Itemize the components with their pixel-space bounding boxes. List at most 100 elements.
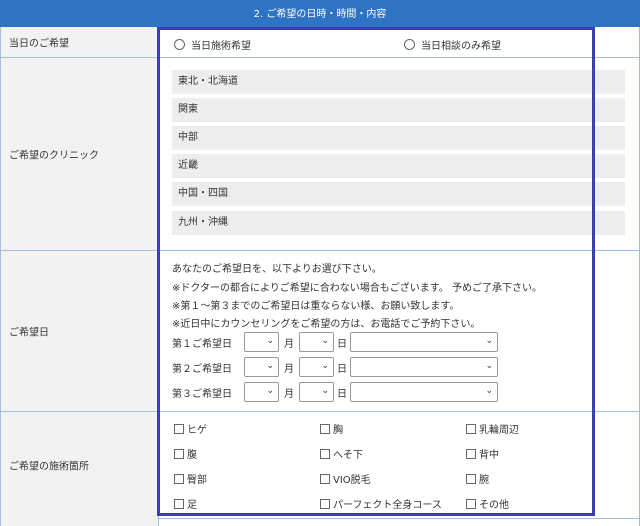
month-select[interactable]: ⌄: [244, 332, 279, 352]
date-note: ※ドクターの都合によりご希望に合わない場合もございます。 予めご了承下さい。: [172, 283, 542, 294]
checkbox-label: 腕: [479, 475, 489, 486]
checkbox-label: 腹: [187, 450, 197, 461]
checkbox-label: 足: [187, 500, 197, 511]
checkbox-perfect[interactable]: パーフェクト全身コース: [320, 496, 442, 511]
radio-same-day-consult[interactable]: 当日相談のみ希望: [404, 37, 501, 52]
same-day-options: 当日施術希望 当日相談のみ希望: [159, 27, 639, 57]
checkbox-senaka[interactable]: 背中: [466, 446, 499, 461]
chevron-down-icon: ⌄: [485, 336, 493, 346]
checkbox-icon[interactable]: [466, 498, 476, 509]
day-select[interactable]: ⌄: [299, 332, 334, 352]
same-day-label-cell: 当日のご希望: [1, 27, 159, 57]
date-choice-label: 第３ご希望日: [172, 388, 232, 400]
checkbox-label: ヒゲ: [187, 425, 207, 436]
day-select[interactable]: ⌄: [299, 357, 334, 377]
checkbox-icon[interactable]: [320, 448, 330, 459]
month-select[interactable]: ⌄: [244, 382, 279, 402]
area-label: ご希望の施術箇所: [9, 461, 89, 473]
clinic-label: ご希望のクリニック: [9, 150, 99, 162]
checkbox-label: 胸: [333, 425, 343, 436]
clinic-region-kanto[interactable]: 関東: [172, 98, 625, 122]
chevron-down-icon: ⌄: [266, 336, 274, 346]
clinic-label-cell: ご希望のクリニック: [1, 58, 159, 250]
date-note: ※第１～第３までのご希望日は重ならない様、お願い致します。: [172, 301, 460, 312]
checkbox-label: その他: [479, 500, 509, 511]
date-row: ご希望日 あなたのご希望日を、以下よりお選び下さい。 ※ドクターの都合によりご希…: [0, 251, 640, 412]
same-day-label: 当日のご希望: [9, 38, 69, 50]
chevron-down-icon: ⌄: [266, 361, 274, 371]
day-unit: 日: [337, 388, 347, 400]
checkbox-nyurin[interactable]: 乳輪周辺: [466, 421, 519, 436]
date-note: あなたのご希望日を、以下よりお選び下さい。: [172, 264, 382, 275]
checkbox-icon[interactable]: [466, 423, 476, 434]
checkbox-label: 臀部: [187, 475, 207, 486]
checkbox-hige[interactable]: ヒゲ: [174, 421, 207, 436]
radio-circle-icon[interactable]: [174, 39, 185, 50]
area-options: ヒゲ 胸 乳輪周辺 腹 へそ下 背中 臀部 VIO脱毛 腕 足 パーフェクト全身…: [159, 412, 639, 518]
date-choice-row: 第２ご希望日 ⌄ 月 ⌄ 日 ⌄: [172, 356, 498, 378]
area-label-cell: ご希望の施術箇所: [1, 412, 159, 518]
checkbox-ude[interactable]: 腕: [466, 471, 489, 486]
radio-label: 当日施術希望: [191, 41, 251, 52]
checkbox-icon[interactable]: [320, 423, 330, 434]
area-row: ご希望の施術箇所 ヒゲ 胸 乳輪周辺 腹 へそ下 背中 臀部 VIO脱毛 腕 足…: [0, 412, 640, 519]
chevron-down-icon: ⌄: [321, 361, 329, 371]
chevron-down-icon: ⌄: [485, 386, 493, 396]
checkbox-icon[interactable]: [320, 473, 330, 484]
checkbox-vio[interactable]: VIO脱毛: [320, 471, 371, 486]
checkbox-icon[interactable]: [174, 423, 184, 434]
date-content: あなたのご希望日を、以下よりお選び下さい。 ※ドクターの都合によりご希望に合わな…: [159, 251, 639, 411]
checkbox-icon[interactable]: [174, 498, 184, 509]
radio-same-day-treatment[interactable]: 当日施術希望: [174, 37, 251, 52]
date-label-cell: ご希望日: [1, 251, 159, 411]
checkbox-label: 乳輪周辺: [479, 425, 519, 436]
time-select[interactable]: ⌄: [350, 332, 498, 352]
clinic-regions: 東北・北海道 関東 中部 近畿 中国・四国 九州・沖縄: [159, 58, 639, 250]
checkbox-sonota[interactable]: その他: [466, 496, 509, 511]
radio-circle-icon[interactable]: [404, 39, 415, 50]
date-label: ご希望日: [9, 327, 49, 339]
clinic-region-tohoku[interactable]: 東北・北海道: [172, 70, 625, 94]
chevron-down-icon: ⌄: [321, 386, 329, 396]
checkbox-hara[interactable]: 腹: [174, 446, 197, 461]
date-note: ※近日中にカウンセリングをご希望の方は、お電話でご予約下さい。: [172, 319, 481, 330]
time-select[interactable]: ⌄: [350, 382, 498, 402]
checkbox-ashi[interactable]: 足: [174, 496, 197, 511]
month-unit: 月: [284, 338, 294, 350]
checkbox-icon[interactable]: [466, 448, 476, 459]
checkbox-mune[interactable]: 胸: [320, 421, 343, 436]
time-select[interactable]: ⌄: [350, 357, 498, 377]
date-choice-row: 第１ご希望日 ⌄ 月 ⌄ 日 ⌄: [172, 331, 498, 353]
day-select[interactable]: ⌄: [299, 382, 334, 402]
next-row-label-cell: [1, 518, 159, 526]
date-choice-label: 第１ご希望日: [172, 338, 232, 350]
checkbox-label: 背中: [479, 450, 499, 461]
same-day-row: 当日のご希望 当日施術希望 当日相談のみ希望: [0, 27, 640, 58]
checkbox-icon[interactable]: [174, 473, 184, 484]
month-select[interactable]: ⌄: [244, 357, 279, 377]
month-unit: 月: [284, 388, 294, 400]
clinic-region-chubu[interactable]: 中部: [172, 126, 625, 150]
next-row-stub: [0, 518, 640, 526]
checkbox-icon[interactable]: [466, 473, 476, 484]
day-unit: 日: [337, 338, 347, 350]
chevron-down-icon: ⌄: [266, 386, 274, 396]
date-choice-row: 第３ご希望日 ⌄ 月 ⌄ 日 ⌄: [172, 381, 498, 403]
checkbox-label: へそ下: [333, 450, 363, 461]
checkbox-hesoshita[interactable]: へそ下: [320, 446, 363, 461]
chevron-down-icon: ⌄: [485, 361, 493, 371]
checkbox-denbu[interactable]: 臀部: [174, 471, 207, 486]
date-choice-label: 第２ご希望日: [172, 363, 232, 375]
checkbox-icon[interactable]: [174, 448, 184, 459]
day-unit: 日: [337, 363, 347, 375]
clinic-region-kyushu[interactable]: 九州・沖縄: [172, 211, 625, 235]
clinic-row: ご希望のクリニック 東北・北海道 関東 中部 近畿 中国・四国 九州・沖縄: [0, 58, 640, 251]
checkbox-icon[interactable]: [320, 498, 330, 509]
chevron-down-icon: ⌄: [321, 336, 329, 346]
checkbox-label: パーフェクト全身コース: [333, 500, 442, 511]
month-unit: 月: [284, 363, 294, 375]
clinic-region-kinki[interactable]: 近畿: [172, 154, 625, 178]
clinic-region-chugoku[interactable]: 中国・四国: [172, 182, 625, 206]
checkbox-label: VIO脱毛: [333, 475, 371, 486]
radio-label: 当日相談のみ希望: [421, 41, 501, 52]
